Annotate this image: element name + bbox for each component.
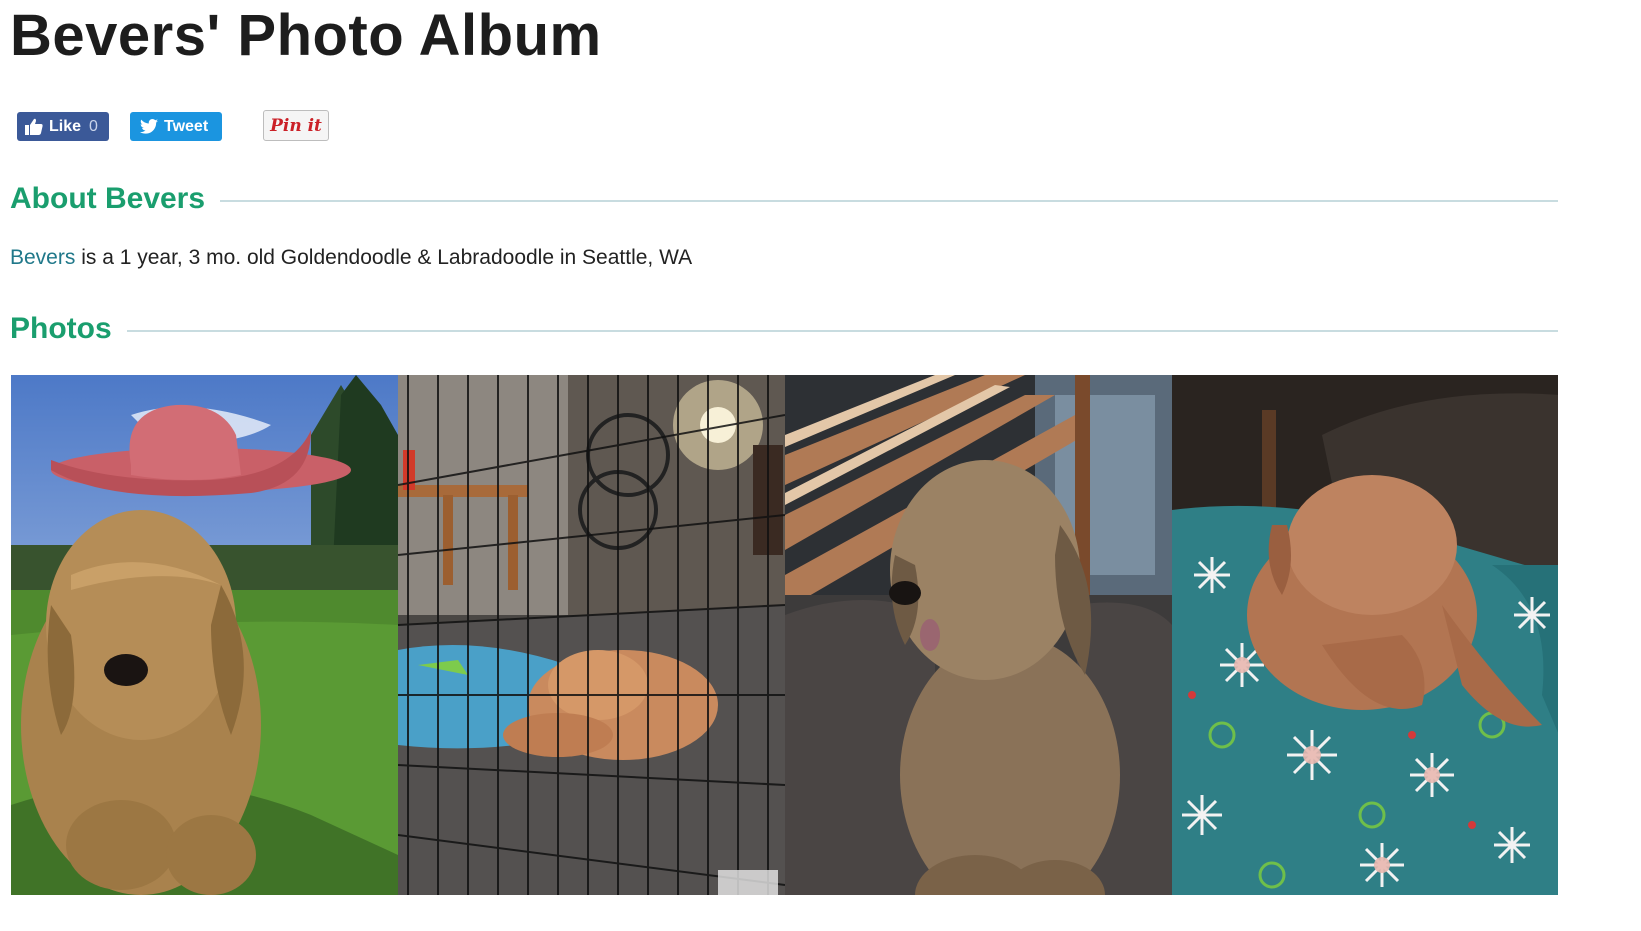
photos-heading: Photos	[10, 312, 112, 345]
about-description: Bevers is a 1 year, 3 mo. old Goldendood…	[10, 246, 692, 270]
dog-with-hat-photo	[11, 375, 398, 895]
thumbs-up-icon	[25, 118, 43, 135]
photos-divider	[126, 330, 1558, 332]
tweet-label: Tweet	[164, 117, 209, 135]
photos-section-header: Photos	[10, 312, 1558, 346]
pin-it-button[interactable]: Pin it	[263, 110, 329, 141]
photo-3[interactable]	[785, 375, 1172, 895]
photo-1[interactable]	[11, 375, 398, 895]
dog-name-link[interactable]: Bevers	[10, 246, 75, 269]
about-section-header: About Bevers	[10, 182, 1558, 216]
dog-in-crate-photo	[398, 375, 785, 895]
pin-it-label: Pin it	[270, 115, 322, 136]
about-heading: About Bevers	[10, 182, 206, 215]
tweet-button[interactable]: Tweet	[130, 112, 222, 141]
about-divider	[220, 200, 1558, 202]
dog-on-blanket-photo	[1172, 375, 1558, 895]
photo-2[interactable]	[398, 375, 785, 895]
facebook-like-button[interactable]: Like 0	[17, 112, 109, 141]
about-description-text: is a 1 year, 3 mo. old Goldendoodle & La…	[75, 246, 693, 269]
like-count: 0	[89, 117, 98, 135]
dog-on-couch-photo	[785, 375, 1172, 895]
page-title: Bevers' Photo Album	[10, 3, 602, 68]
photo-4[interactable]	[1172, 375, 1558, 895]
photo-gallery	[11, 375, 1558, 895]
twitter-bird-icon	[140, 119, 158, 134]
like-label: Like	[49, 117, 82, 135]
